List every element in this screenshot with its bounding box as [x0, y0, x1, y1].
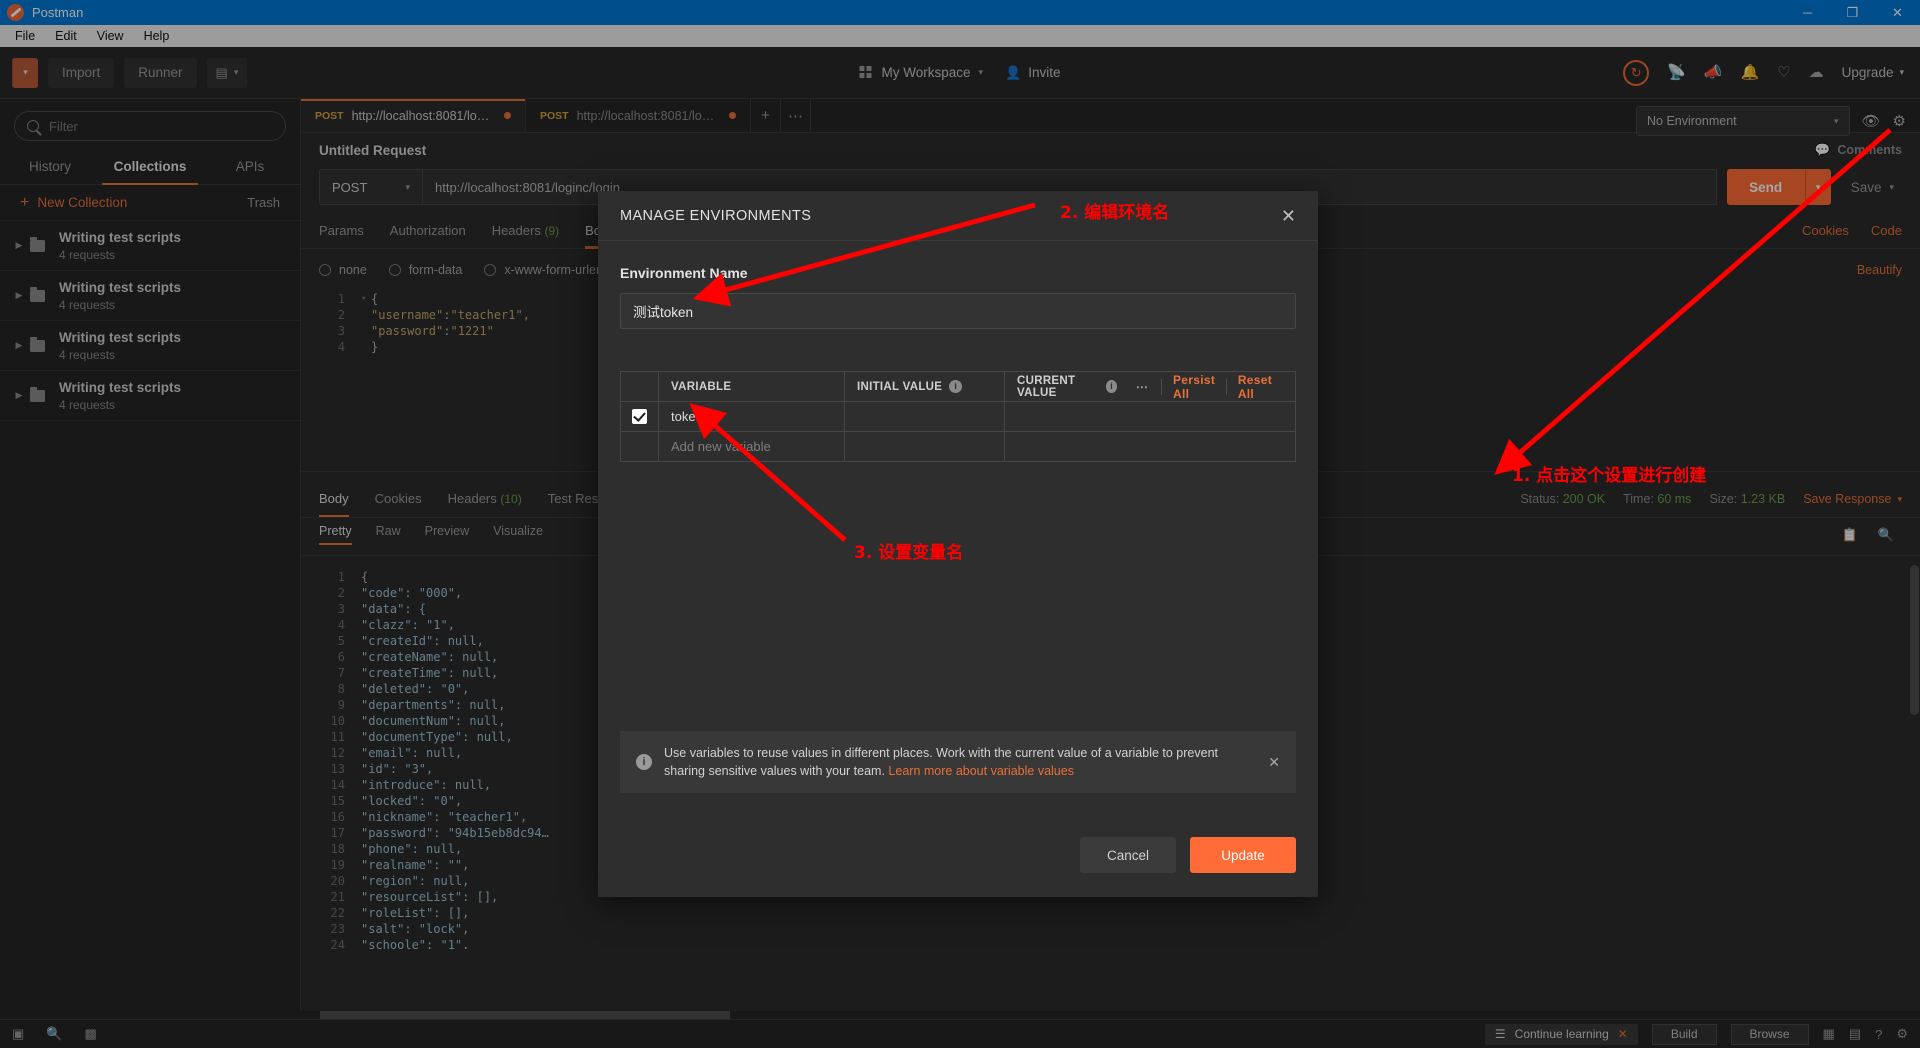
annotation-3: 3. 设置变量名: [854, 543, 964, 563]
more-options-icon[interactable]: ⋯: [1124, 380, 1162, 394]
add-variable-row[interactable]: Add new variable: [621, 432, 1295, 462]
info-icon[interactable]: i: [1106, 380, 1117, 393]
environment-name-label: Environment Name: [620, 265, 748, 281]
header-current-value: CURRENT VALUE i ⋯ Persist All Reset All: [1005, 372, 1295, 401]
header-initial-value-label: INITIAL VALUE: [857, 380, 943, 393]
header-variable: VARIABLE: [659, 372, 845, 401]
add-variable-checkbox-cell: [621, 432, 659, 461]
modal-footer: Cancel Update: [598, 813, 1318, 897]
annotation-1: 1. 点击这个设置进行创建: [1512, 466, 1707, 486]
info-banner-text: Use variables to reuse values in differe…: [664, 744, 1224, 780]
variables-table: VARIABLE INITIAL VALUE i CURRENT VALUE i…: [620, 371, 1296, 462]
variable-checkbox[interactable]: [632, 409, 647, 424]
banner-close-icon[interactable]: ✕: [1268, 754, 1280, 771]
header-current-value-label: CURRENT VALUE: [1017, 374, 1076, 399]
variable-row[interactable]: token: [621, 402, 1295, 432]
variable-name-cell[interactable]: token: [659, 402, 845, 431]
learn-more-link[interactable]: Learn more about variable values: [888, 764, 1074, 778]
modal-header: MANAGE ENVIRONMENTS ✕: [598, 191, 1318, 241]
header-checkbox-col: [621, 372, 659, 401]
variable-current-value-cell[interactable]: [1005, 402, 1295, 431]
variable-enabled-cell[interactable]: [621, 402, 659, 431]
modal-body: Environment Name 测试token VARIABLE INITIA…: [598, 241, 1318, 813]
add-variable-initial-cell[interactable]: [845, 432, 1005, 461]
cancel-button[interactable]: Cancel: [1080, 837, 1176, 873]
info-icon[interactable]: i: [949, 380, 963, 393]
add-variable-input[interactable]: Add new variable: [659, 432, 845, 461]
reset-all-link[interactable]: Reset All: [1227, 373, 1285, 401]
info-icon: i: [636, 754, 652, 770]
table-actions: ⋯ Persist All Reset All: [1124, 373, 1295, 401]
update-button[interactable]: Update: [1190, 837, 1296, 873]
environment-name-input[interactable]: 测试token: [620, 293, 1296, 329]
info-banner: i Use variables to reuse values in diffe…: [620, 731, 1296, 793]
close-icon[interactable]: ✕: [1281, 207, 1296, 225]
variable-initial-value-cell[interactable]: [845, 402, 1005, 431]
persist-all-link[interactable]: Persist All: [1162, 373, 1226, 401]
header-initial-value: INITIAL VALUE i: [845, 372, 1005, 401]
variables-table-header: VARIABLE INITIAL VALUE i CURRENT VALUE i…: [621, 372, 1295, 402]
annotation-2: 2. 编辑环境名: [1060, 203, 1170, 223]
add-variable-current-cell[interactable]: [1005, 432, 1295, 461]
modal-title: MANAGE ENVIRONMENTS: [620, 207, 812, 224]
postman-app: Postman ─ ❐ ✕ File Edit View Help New ▾ …: [0, 0, 1920, 1048]
